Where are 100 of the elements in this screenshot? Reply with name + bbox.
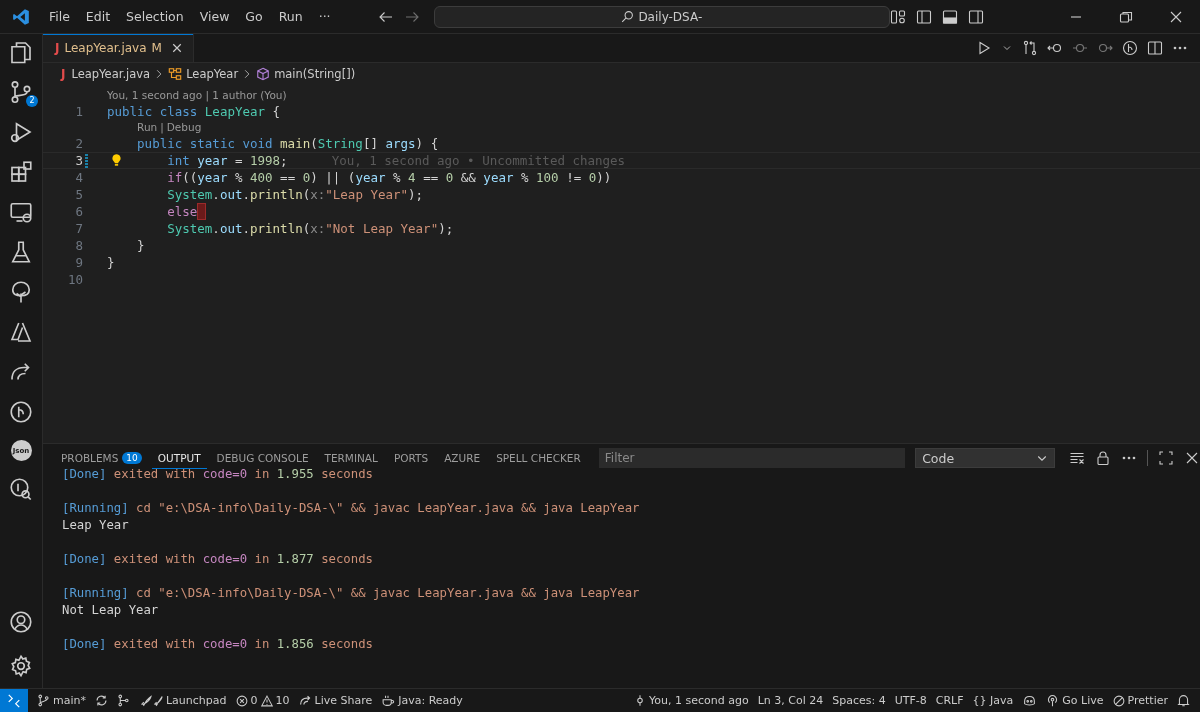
code-line: if((year % 400 == 0) || (year % 4 == 0 && year % 100 != 0)): [166, 170, 612, 185]
breadcrumb-item[interactable]: LeapYear: [186, 67, 239, 81]
clear-output-icon[interactable]: [1069, 450, 1085, 466]
breadcrumb-item[interactable]: main(String[]): [274, 67, 356, 81]
launchpad-status[interactable]: Launchpad: [139, 694, 227, 707]
close-icon[interactable]: [170, 42, 183, 54]
codelens-separator: |: [160, 121, 164, 134]
panel-tab[interactable]: AZURE: [438, 447, 487, 469]
account-icon[interactable]: [9, 610, 33, 634]
sync-icon[interactable]: [95, 694, 108, 707]
coffee-cup-icon: [381, 694, 396, 707]
customize-layout-icon[interactable]: [890, 8, 906, 25]
menu-item[interactable]: Edit: [78, 6, 118, 27]
disabled-circle-icon: [1112, 694, 1125, 707]
output-line: [Done] exited with code=0 in 1.877 seconds: [62, 551, 374, 568]
copilot-icon[interactable]: [1022, 694, 1038, 707]
line-number: 4: [74, 170, 83, 185]
panel-tab[interactable]: DEBUG CONSOLE: [210, 447, 315, 469]
close-icon[interactable]: [1184, 450, 1200, 466]
output-channel-dropdown[interactable]: Code: [915, 448, 1055, 468]
output-line: [Running] cd "e:\DSA-info\Daily-DSA-\" && javac LeapYear.java && java LeapYear: [62, 585, 641, 602]
source-control-icon[interactable]: [9, 80, 33, 104]
code-line: public class LeapYear {: [106, 103, 281, 119]
toggle-panel-icon[interactable]: [942, 8, 958, 25]
filter-field[interactable]: Filter: [598, 448, 906, 468]
live-share-icon: [298, 694, 312, 707]
cursor-position[interactable]: Ln 3, Col 24: [757, 694, 824, 707]
branch-status[interactable]: main*: [37, 694, 86, 707]
app-logo-icon: [12, 7, 30, 26]
panel-tab[interactable]: SPELL CHECKER: [490, 447, 587, 469]
notifications-bell-icon[interactable]: [1177, 694, 1190, 707]
broadcast-icon: [1046, 694, 1060, 707]
extensions-icon[interactable]: [9, 160, 33, 184]
panel-tab[interactable]: PORTS: [387, 447, 435, 469]
toggle-sidebar-icon[interactable]: [916, 8, 932, 25]
git-graph-icon[interactable]: [9, 400, 33, 424]
error-icon: [235, 694, 248, 707]
remote-explorer-icon[interactable]: [9, 200, 33, 224]
line-number: 3: [74, 153, 83, 168]
menu-item[interactable]: Selection: [119, 6, 191, 27]
run-icon[interactable]: [976, 40, 992, 56]
search-icon: [621, 10, 635, 23]
codelens-link[interactable]: You, 1 second ago | 1 author (You): [107, 88, 287, 101]
lightbulb-icon[interactable]: [110, 153, 123, 167]
settings-icon[interactable]: [9, 654, 33, 678]
remote-button[interactable]: [0, 689, 28, 712]
codelens-link[interactable]: Debug: [166, 121, 202, 134]
line-number: 7: [74, 221, 83, 236]
prettier-status[interactable]: Prettier: [1112, 694, 1168, 707]
lock-icon[interactable]: [1095, 450, 1111, 466]
testing-flask-icon[interactable]: [9, 240, 33, 264]
live-share-status[interactable]: Live Share: [298, 694, 373, 707]
code-line: int year = 1998;: [166, 153, 288, 168]
line-ending-status[interactable]: CRLF: [935, 694, 964, 707]
line-number: 5: [74, 187, 83, 202]
problems-status[interactable]: 0 10: [235, 694, 290, 707]
explorer-icon[interactable]: [9, 40, 33, 64]
menu-item[interactable]: File: [41, 6, 77, 27]
panel-tab[interactable]: OUTPUT: [151, 447, 207, 469]
compare-changes-icon[interactable]: [1022, 40, 1038, 56]
azure-icon[interactable]: [9, 320, 33, 344]
menu-item[interactable]: ···: [311, 6, 338, 27]
split-editor-icon[interactable]: [1147, 40, 1163, 56]
menu-item[interactable]: View: [192, 6, 237, 27]
toggle-secondary-sidebar-icon[interactable]: [968, 8, 984, 25]
git-graph-icon[interactable]: [117, 694, 130, 707]
output-line: Leap Year: [62, 517, 130, 534]
java-file-icon: J: [61, 67, 66, 81]
remote-icon: [7, 693, 21, 708]
encoding-status[interactable]: UTF-8: [894, 694, 927, 707]
blame-status[interactable]: You, 1 second ago: [634, 694, 749, 707]
notification-badge: 2: [26, 95, 38, 107]
editor-tab[interactable]: J LeapYear.java M: [43, 34, 194, 62]
command-center-search[interactable]: Daily-DSA-: [433, 5, 890, 28]
output-line: [Done] exited with code=0 in 1.856 seconds: [62, 636, 374, 653]
search-history-icon[interactable]: [9, 477, 33, 501]
panel-tab[interactable]: PROBLEMS 10: [55, 447, 148, 469]
warning-icon: [260, 694, 273, 707]
breadcrumb-item[interactable]: LeapYear.java: [71, 67, 151, 81]
line-number: 1: [74, 103, 83, 119]
code-line: System.out.println(x:"Not Leap Year");: [166, 221, 454, 236]
java-status[interactable]: Java: Ready: [381, 694, 463, 707]
output-line: [Running] cd "e:\DSA-info\Daily-DSA-\" && javac LeapYear.java && java LeapYear: [62, 500, 641, 517]
panel-tab[interactable]: TERMINAL: [318, 447, 384, 469]
menu-item[interactable]: Run: [271, 6, 310, 27]
language-mode[interactable]: {} Java: [972, 694, 1014, 707]
git-lens-icon[interactable]: [1122, 40, 1138, 56]
class-icon: [168, 67, 183, 81]
method-cube-icon: [256, 67, 271, 81]
inline-blame: You, 1 second ago • Uncommitted changes: [331, 153, 626, 168]
run-debug-icon[interactable]: [9, 120, 33, 144]
maximize-panel-icon[interactable]: [1158, 450, 1174, 466]
go-live-button[interactable]: Go Live: [1046, 694, 1104, 707]
code-line: }: [136, 238, 145, 253]
menu-item[interactable]: Go: [238, 6, 270, 27]
indentation-status[interactable]: Spaces: 4: [832, 694, 886, 707]
output-line: Not Leap Year: [62, 602, 160, 619]
tree-icon[interactable]: [9, 280, 33, 304]
codelens-link[interactable]: Run: [137, 121, 158, 134]
line-number: 6: [74, 204, 83, 219]
